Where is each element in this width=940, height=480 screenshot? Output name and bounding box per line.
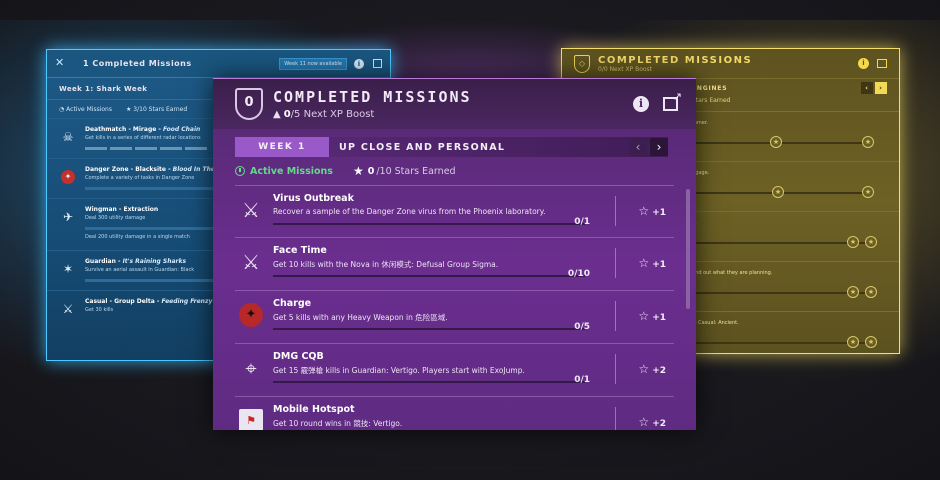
star-icon: ☆ bbox=[638, 415, 650, 429]
mission-title: Charge bbox=[273, 298, 312, 309]
mission-title: Mobile Hotspot bbox=[273, 404, 355, 415]
skull-icon: ☠ bbox=[62, 130, 74, 144]
stars-earned: ★ 0/10 Stars Earned bbox=[352, 164, 456, 178]
next-week-button[interactable]: › bbox=[650, 138, 668, 156]
star-icon: ★ bbox=[847, 236, 859, 248]
week-available-badge[interactable]: Week 11 now available bbox=[279, 57, 347, 70]
list-item[interactable]: ⚔ Face Time Get 10 kills with the Nova i… bbox=[235, 238, 674, 291]
clock-icon bbox=[235, 166, 245, 176]
prev-week-button[interactable]: ‹ bbox=[861, 82, 873, 94]
info-icon[interactable]: i bbox=[858, 58, 869, 69]
list-item[interactable]: ⚑ Mobile Hotspot Get 10 round wins in 競技… bbox=[235, 397, 674, 430]
mission-progress: 0/5 bbox=[574, 322, 590, 332]
prev-week-button[interactable]: ‹ bbox=[629, 138, 647, 156]
scrollbar[interactable] bbox=[686, 189, 690, 309]
purple-missions-panel: 0 COMPLETED MISSIONS ▲ 0/5 Next XP Boost … bbox=[213, 78, 696, 430]
shark-icon: ✶ bbox=[62, 262, 74, 276]
external-link-icon[interactable] bbox=[877, 59, 887, 68]
mission-title: DMG CQB bbox=[273, 351, 324, 362]
list-item[interactable]: ⌖ DMG CQB Get 15 霰弹槍 kills in Guardian: … bbox=[235, 344, 674, 397]
blue-panel-header: ✕ 1 Completed Missions Week 11 now avail… bbox=[47, 50, 390, 78]
blue-panel-title: 1 Completed Missions bbox=[83, 59, 192, 68]
star-icon: ☆ bbox=[638, 309, 650, 323]
external-link-icon[interactable] bbox=[663, 90, 682, 111]
star-icon: ★ bbox=[770, 136, 782, 148]
mission-desc: Get 15 霰弹槍 kills in Guardian: Vertigo. P… bbox=[273, 366, 525, 375]
progress-track bbox=[273, 381, 585, 383]
star-icon: ☆ bbox=[638, 362, 650, 376]
week-name: UP CLOSE AND PERSONAL bbox=[339, 141, 506, 153]
mission-progress: 0/1 bbox=[574, 375, 590, 385]
flag-icon: ⚑ bbox=[239, 409, 263, 430]
next-week-button[interactable]: › bbox=[875, 82, 887, 94]
info-icon[interactable]: i bbox=[354, 58, 364, 69]
mission-list: ⚔ Virus Outbreak Recover a sample of the… bbox=[235, 185, 674, 430]
page-title: COMPLETED MISSIONS bbox=[273, 88, 472, 106]
star-icon: ★ bbox=[772, 186, 784, 198]
list-item[interactable]: ⚔ Virus Outbreak Recover a sample of the… bbox=[235, 185, 674, 238]
gold-panel-header: ◇ COMPLETED MISSIONS 0/0 Next XP Boost i bbox=[562, 49, 899, 79]
rank-shield-icon: 0 bbox=[235, 88, 263, 120]
knife-icon: ⚔ bbox=[62, 302, 74, 316]
gold-week-name: ENGINES bbox=[692, 84, 728, 92]
external-link-icon[interactable] bbox=[373, 59, 382, 68]
chevron-up-icon: ▲ bbox=[273, 109, 281, 120]
purple-panel-header: 0 COMPLETED MISSIONS ▲ 0/5 Next XP Boost … bbox=[213, 79, 696, 129]
star-icon: ★ bbox=[865, 336, 877, 348]
wingman-icon: ✈ bbox=[62, 210, 74, 224]
info-icon[interactable]: i bbox=[633, 96, 649, 112]
operation-logo-icon: ✕ bbox=[55, 55, 65, 69]
danger-zone-icon: ✦ bbox=[61, 170, 75, 184]
star-reward: ☆ +1 bbox=[638, 256, 666, 270]
star-reward: ☆ +2 bbox=[638, 362, 666, 376]
week-bar: WEEK 1 UP CLOSE AND PERSONAL ‹ › bbox=[235, 137, 668, 157]
mission-desc: Get 10 kills with the Nova in 休闲模式: Defu… bbox=[273, 260, 499, 269]
star-reward: ☆ +2 bbox=[638, 415, 666, 429]
crossed-knives-icon: ⚔ bbox=[242, 198, 260, 222]
status-row: Active Missions ★ 0/10 Stars Earned bbox=[235, 163, 456, 179]
gold-panel-subtitle: 0/0 Next XP Boost bbox=[598, 65, 653, 73]
star-reward: ☆ +1 bbox=[638, 204, 666, 218]
mission-title: Face Time bbox=[273, 245, 327, 256]
mission-body: WEEK 1 UP CLOSE AND PERSONAL ‹ › Active … bbox=[213, 129, 696, 430]
xp-boost-progress: ▲ 0/5 Next XP Boost bbox=[273, 109, 375, 120]
star-icon: ★ bbox=[865, 236, 877, 248]
crosshair-icon: ⌖ bbox=[245, 356, 257, 380]
blue-stars-earned: ★ 3/10 Stars Earned bbox=[126, 105, 188, 113]
mission-desc: Get 10 round wins in 競技: Vertigo. bbox=[273, 419, 403, 428]
blue-active-missions: ◔ Active Missions bbox=[59, 105, 112, 113]
mission-progress: 0/1 bbox=[574, 217, 590, 227]
mission-title: Virus Outbreak bbox=[273, 193, 354, 204]
star-icon: ★ bbox=[847, 336, 859, 348]
star-icon: ★ bbox=[352, 164, 364, 178]
shield-icon: ◇ bbox=[574, 54, 590, 73]
star-reward: ☆ +1 bbox=[638, 309, 666, 323]
progress-track bbox=[273, 223, 585, 225]
star-icon: ★ bbox=[862, 186, 874, 198]
star-icon: ☆ bbox=[638, 204, 650, 218]
mission-desc: Recover a sample of the Danger Zone viru… bbox=[273, 207, 546, 216]
active-missions-label: Active Missions bbox=[235, 166, 333, 177]
gold-panel-title: COMPLETED MISSIONS bbox=[598, 54, 753, 66]
progress-track bbox=[273, 275, 585, 277]
star-icon: ★ bbox=[862, 136, 874, 148]
progress-track bbox=[273, 328, 585, 330]
week-tab[interactable]: WEEK 1 bbox=[235, 137, 329, 157]
star-icon: ☆ bbox=[638, 256, 650, 270]
mission-progress: 0/10 bbox=[567, 269, 590, 279]
crossed-knives-icon: ⚔ bbox=[242, 250, 260, 274]
star-icon: ★ bbox=[865, 286, 877, 298]
danger-zone-icon: ✦ bbox=[239, 303, 263, 327]
star-icon: ★ bbox=[847, 286, 859, 298]
mission-desc: Get 5 kills with any Heavy Weapon in 危险區… bbox=[273, 313, 448, 322]
list-item[interactable]: ✦ Charge Get 5 kills with any Heavy Weap… bbox=[235, 291, 674, 344]
